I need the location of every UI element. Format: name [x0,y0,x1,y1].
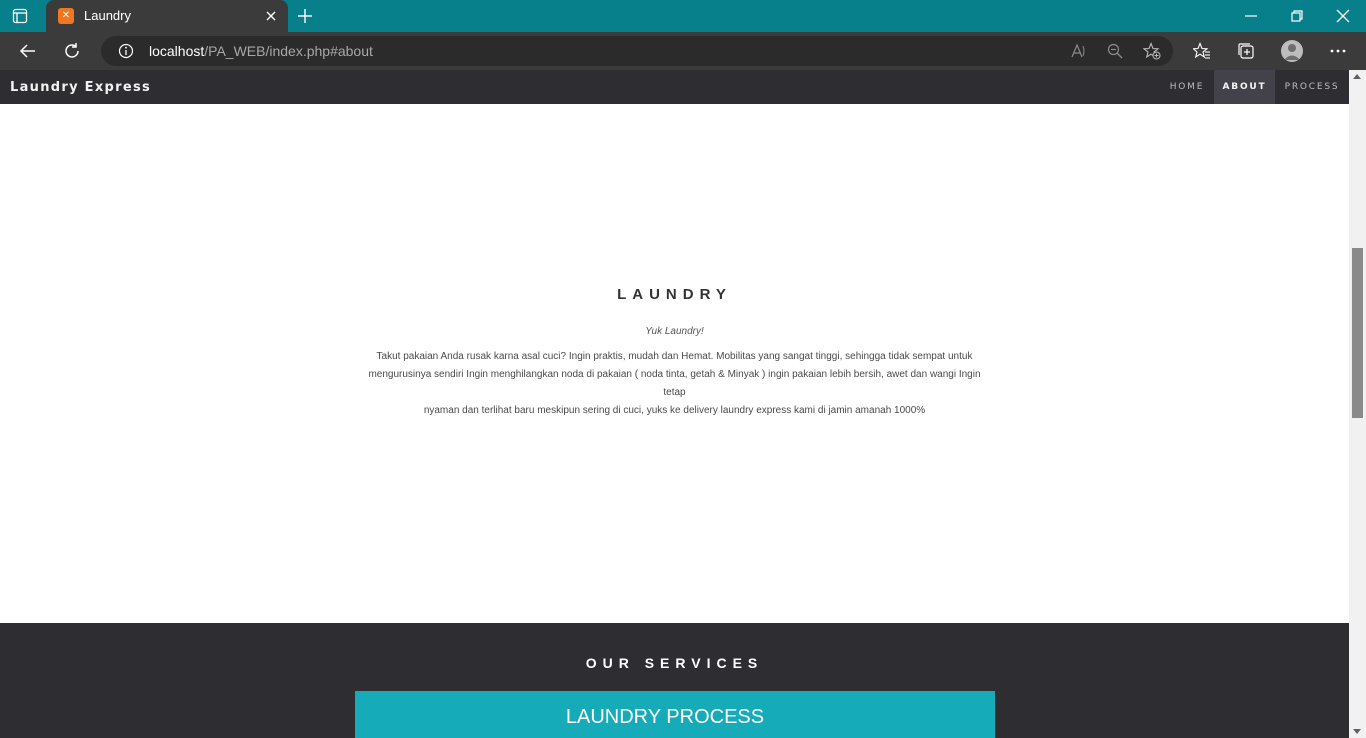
minimize-icon[interactable] [1243,8,1259,24]
xampp-icon: ✕ [58,8,74,24]
favorites-icon[interactable] [1193,42,1211,60]
about-subtitle: Yuk Laundry! [645,326,704,337]
add-favorite-icon[interactable] [1143,42,1161,60]
new-tab-icon[interactable] [297,8,313,24]
restore-icon[interactable] [1289,8,1305,24]
back-icon[interactable] [19,42,37,60]
scroll-up-icon[interactable] [1353,74,1361,79]
nav-home[interactable]: HOME [1160,70,1214,104]
tab-actions-icon[interactable] [12,8,28,24]
about-title: LAUNDRY [617,286,732,303]
browser-tab[interactable]: ✕ Laundry [46,0,288,32]
address-bar[interactable]: localhost/PA_WEB/index.php#about [101,36,1173,66]
laundry-process-label: LAUNDRY PROCESS [565,706,765,728]
nav-process[interactable]: PROCESS [1275,70,1349,104]
close-window-icon[interactable] [1335,8,1351,24]
page-scrollbar[interactable] [1349,70,1366,738]
about-line: Takut pakaian Anda rusak karna asal cuci… [376,351,973,362]
about-description: Takut pakaian Anda rusak karna asal cuci… [362,348,987,420]
services-title: OUR SERVICES [585,655,764,671]
collections-icon[interactable] [1237,42,1255,60]
about-line: nyaman dan terlihat baru meskipun sering… [423,405,926,416]
close-tab-icon[interactable] [264,9,278,23]
url-text: localhost/PA_WEB/index.php#about [149,43,373,59]
laundry-process-banner: LAUNDRY PROCESS [355,691,995,738]
nav-about[interactable]: ABOUT [1214,70,1275,104]
refresh-icon[interactable] [63,42,81,60]
tab-title: Laundry [84,8,131,23]
page-viewport: Laundry Express HOME ABOUT PROCESS LAUND… [0,70,1366,738]
site-navbar: Laundry Express HOME ABOUT PROCESS [0,70,1349,104]
about-line: mengurusinya sendiri Ingin menghilangkan… [368,369,981,398]
profile-avatar[interactable] [1281,40,1303,62]
more-options-icon[interactable] [1329,42,1347,60]
scroll-down-icon[interactable] [1353,729,1361,734]
site-brand[interactable]: Laundry Express [10,80,151,95]
read-aloud-icon[interactable] [1071,43,1087,59]
browser-tab-bar: ✕ Laundry [0,0,1366,32]
services-section: OUR SERVICES LAUNDRY PROCESS [0,623,1349,738]
browser-toolbar: localhost/PA_WEB/index.php#about [0,32,1366,70]
scrollbar-thumb[interactable] [1352,248,1363,418]
about-section: LAUNDRY Yuk Laundry! Takut pakaian Anda … [0,104,1349,623]
zoom-out-icon[interactable] [1107,43,1123,59]
site-info-icon[interactable] [118,43,134,59]
